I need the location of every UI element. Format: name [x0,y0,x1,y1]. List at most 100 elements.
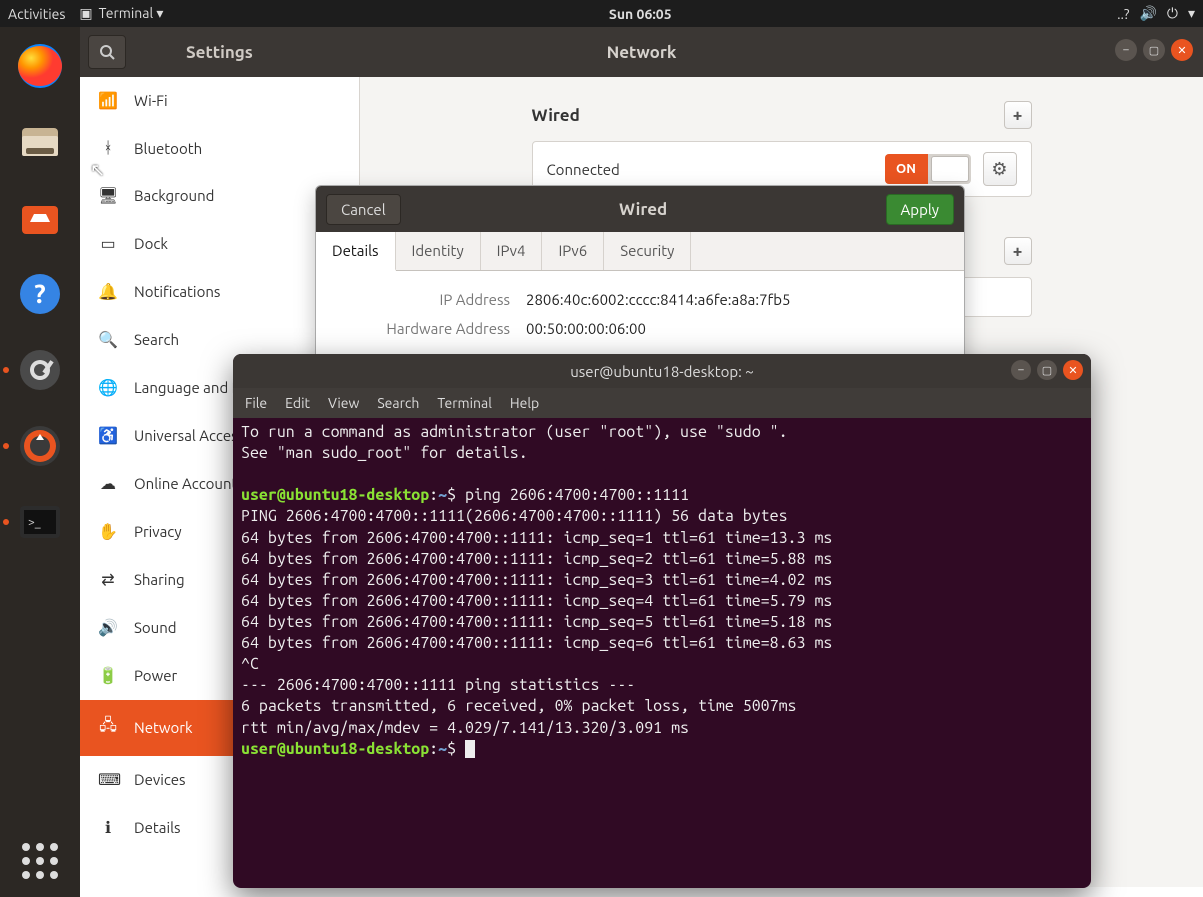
bell-icon: 🔔 [98,282,118,301]
globe-icon: 🌐 [98,378,118,397]
app-menu-label: Terminal ▾ [99,5,164,22]
hw-address-label: Hardware Address [340,320,510,337]
share-icon: ⇄ [98,570,118,589]
volume-icon[interactable]: 🔊 [1139,5,1156,22]
settings-titlebar: Settings Network – ▢ ✕ [80,27,1203,77]
sidebar-item-label: Bluetooth [134,140,202,157]
terminal-body[interactable]: To run a command as administrator (user … [233,418,1091,888]
hw-address-value: 00:50:00:00:06:00 [526,320,646,337]
add-wired-button[interactable]: + [1004,101,1032,129]
ip-address-value: 2806:40c:6002:cccc:8414:a6fe:a8a:7fb5 [526,291,790,308]
power-icon[interactable]: ⏻ [1167,5,1178,22]
sidebar-item-label: Universal Access [134,427,244,444]
sidebar-item-wi-fi[interactable]: 📶 Wi-Fi [80,77,359,125]
dock-updates[interactable] [13,419,67,473]
svg-text:>_: >_ [28,516,41,529]
network-icon: 🖧 [98,714,118,741]
dock-files[interactable] [13,115,67,169]
background-icon: 🖥 [98,186,118,205]
tab-identity[interactable]: Identity [396,232,481,270]
sidebar-item-label: Online Accounts [134,475,244,492]
accessibility-icon: ♿ [98,426,118,445]
input-source-indicator[interactable]: ..? [1117,6,1129,22]
devices-icon: ⌨ [98,770,118,789]
sidebar-item-label: Search [134,331,179,348]
wired-toggle-on-label: ON [885,154,928,184]
sidebar-item-label: Details [134,819,181,836]
ip-address-label: IP Address [340,291,510,308]
sidebar-item-label: Notifications [134,283,220,300]
terminal-window-controls: – ▢ ✕ [1011,360,1083,380]
clock[interactable]: Sun 06:05 [163,6,1117,22]
settings-search-button[interactable] [88,35,126,69]
terminal-window: user@ubuntu18-desktop: ~ – ▢ ✕ File Edit V… [233,354,1091,888]
terminal-menu-edit[interactable]: Edit [285,395,310,411]
wired-dialog-tabs: DetailsIdentityIPv4IPv6Security [316,232,964,271]
terminal-close-button[interactable]: ✕ [1063,360,1083,380]
wired-status: Connected [547,161,873,178]
sidebar-item-label: Sharing [134,571,185,588]
terminal-menu-search[interactable]: Search [377,395,419,411]
details-icon: ℹ [98,818,118,837]
dock: ? >_ [0,27,80,897]
terminal-menu-file[interactable]: File [245,395,267,411]
wired-toggle[interactable]: ON [885,154,971,184]
system-menu-chevron-icon[interactable]: ▾ [1188,5,1195,22]
add-vpn-button[interactable]: + [1004,237,1032,265]
terminal-menu-help[interactable]: Help [510,395,539,411]
wired-section: Wired + Connected ON ⚙ [532,101,1032,197]
terminal-menu-terminal[interactable]: Terminal [437,395,492,411]
wired-heading: Wired [532,106,580,125]
power-icon: 🔋 [98,666,118,685]
dock-help[interactable]: ? [13,267,67,321]
bluetooth-icon: ᚼ [98,139,118,157]
wifi-icon: 📶 [98,91,118,110]
terminal-maximize-button[interactable]: ▢ [1037,360,1057,380]
app-menu[interactable]: ▣ Terminal ▾ [79,5,163,22]
dock-terminal[interactable]: >_ [13,495,67,549]
dock-software[interactable] [13,191,67,245]
sidebar-item-label: Devices [134,771,186,788]
tab-ipv4[interactable]: IPv4 [481,232,543,270]
dock-icon: ▭ [98,234,118,253]
show-applications[interactable] [22,843,58,879]
dock-firefox[interactable] [13,39,67,93]
sidebar-item-label: Privacy [134,523,182,540]
terminal-icon: ▣ [79,5,92,22]
cloud-icon: ☁ [98,474,118,493]
sidebar-item-label: Background [134,187,214,204]
svg-text:?: ? [34,279,45,308]
dock-settings[interactable] [13,343,67,397]
gnome-topbar: Activities ▣ Terminal ▾ Sun 06:05 ..? 🔊 … [0,0,1203,27]
sidebar-item-label: Network [134,719,193,736]
sidebar-item-label: Power [134,667,177,684]
wired-dialog-title: Wired [619,200,667,219]
terminal-title: user@ubuntu18-desktop: ~ [570,363,754,380]
terminal-menubar: File Edit View Search Terminal Help [233,388,1091,418]
activities-button[interactable]: Activities [8,6,65,22]
sidebar-item-bluetooth[interactable]: ᚼ Bluetooth [80,125,359,172]
apply-button[interactable]: Apply [886,194,954,225]
settings-title: Settings [186,43,253,62]
privacy-icon: ✋ [98,522,118,541]
close-button[interactable]: ✕ [1171,39,1193,61]
sidebar-item-label: Dock [134,235,168,252]
terminal-minimize-button[interactable]: – [1011,360,1031,380]
sidebar-item-label: Sound [134,619,177,636]
wired-toggle-knob [931,156,969,182]
wired-dialog: Cancel Wired Apply DetailsIdentityIPv4IP… [315,185,965,370]
wired-dialog-header: Cancel Wired Apply [316,186,964,232]
terminal-titlebar: user@ubuntu18-desktop: ~ – ▢ ✕ [233,354,1091,388]
tab-security[interactable]: Security [604,232,691,270]
sound-icon: 🔊 [98,618,118,637]
terminal-menu-view[interactable]: View [328,395,359,411]
sidebar-item-label: Wi-Fi [134,92,168,109]
maximize-button[interactable]: ▢ [1143,39,1165,61]
minimize-button[interactable]: – [1115,39,1137,61]
window-controls: – ▢ ✕ [1115,39,1193,61]
search-icon: 🔍 [98,330,118,349]
tab-details[interactable]: Details [316,232,396,271]
cancel-button[interactable]: Cancel [326,194,401,225]
wired-settings-button[interactable]: ⚙ [983,152,1017,186]
tab-ipv6[interactable]: IPv6 [542,232,604,270]
